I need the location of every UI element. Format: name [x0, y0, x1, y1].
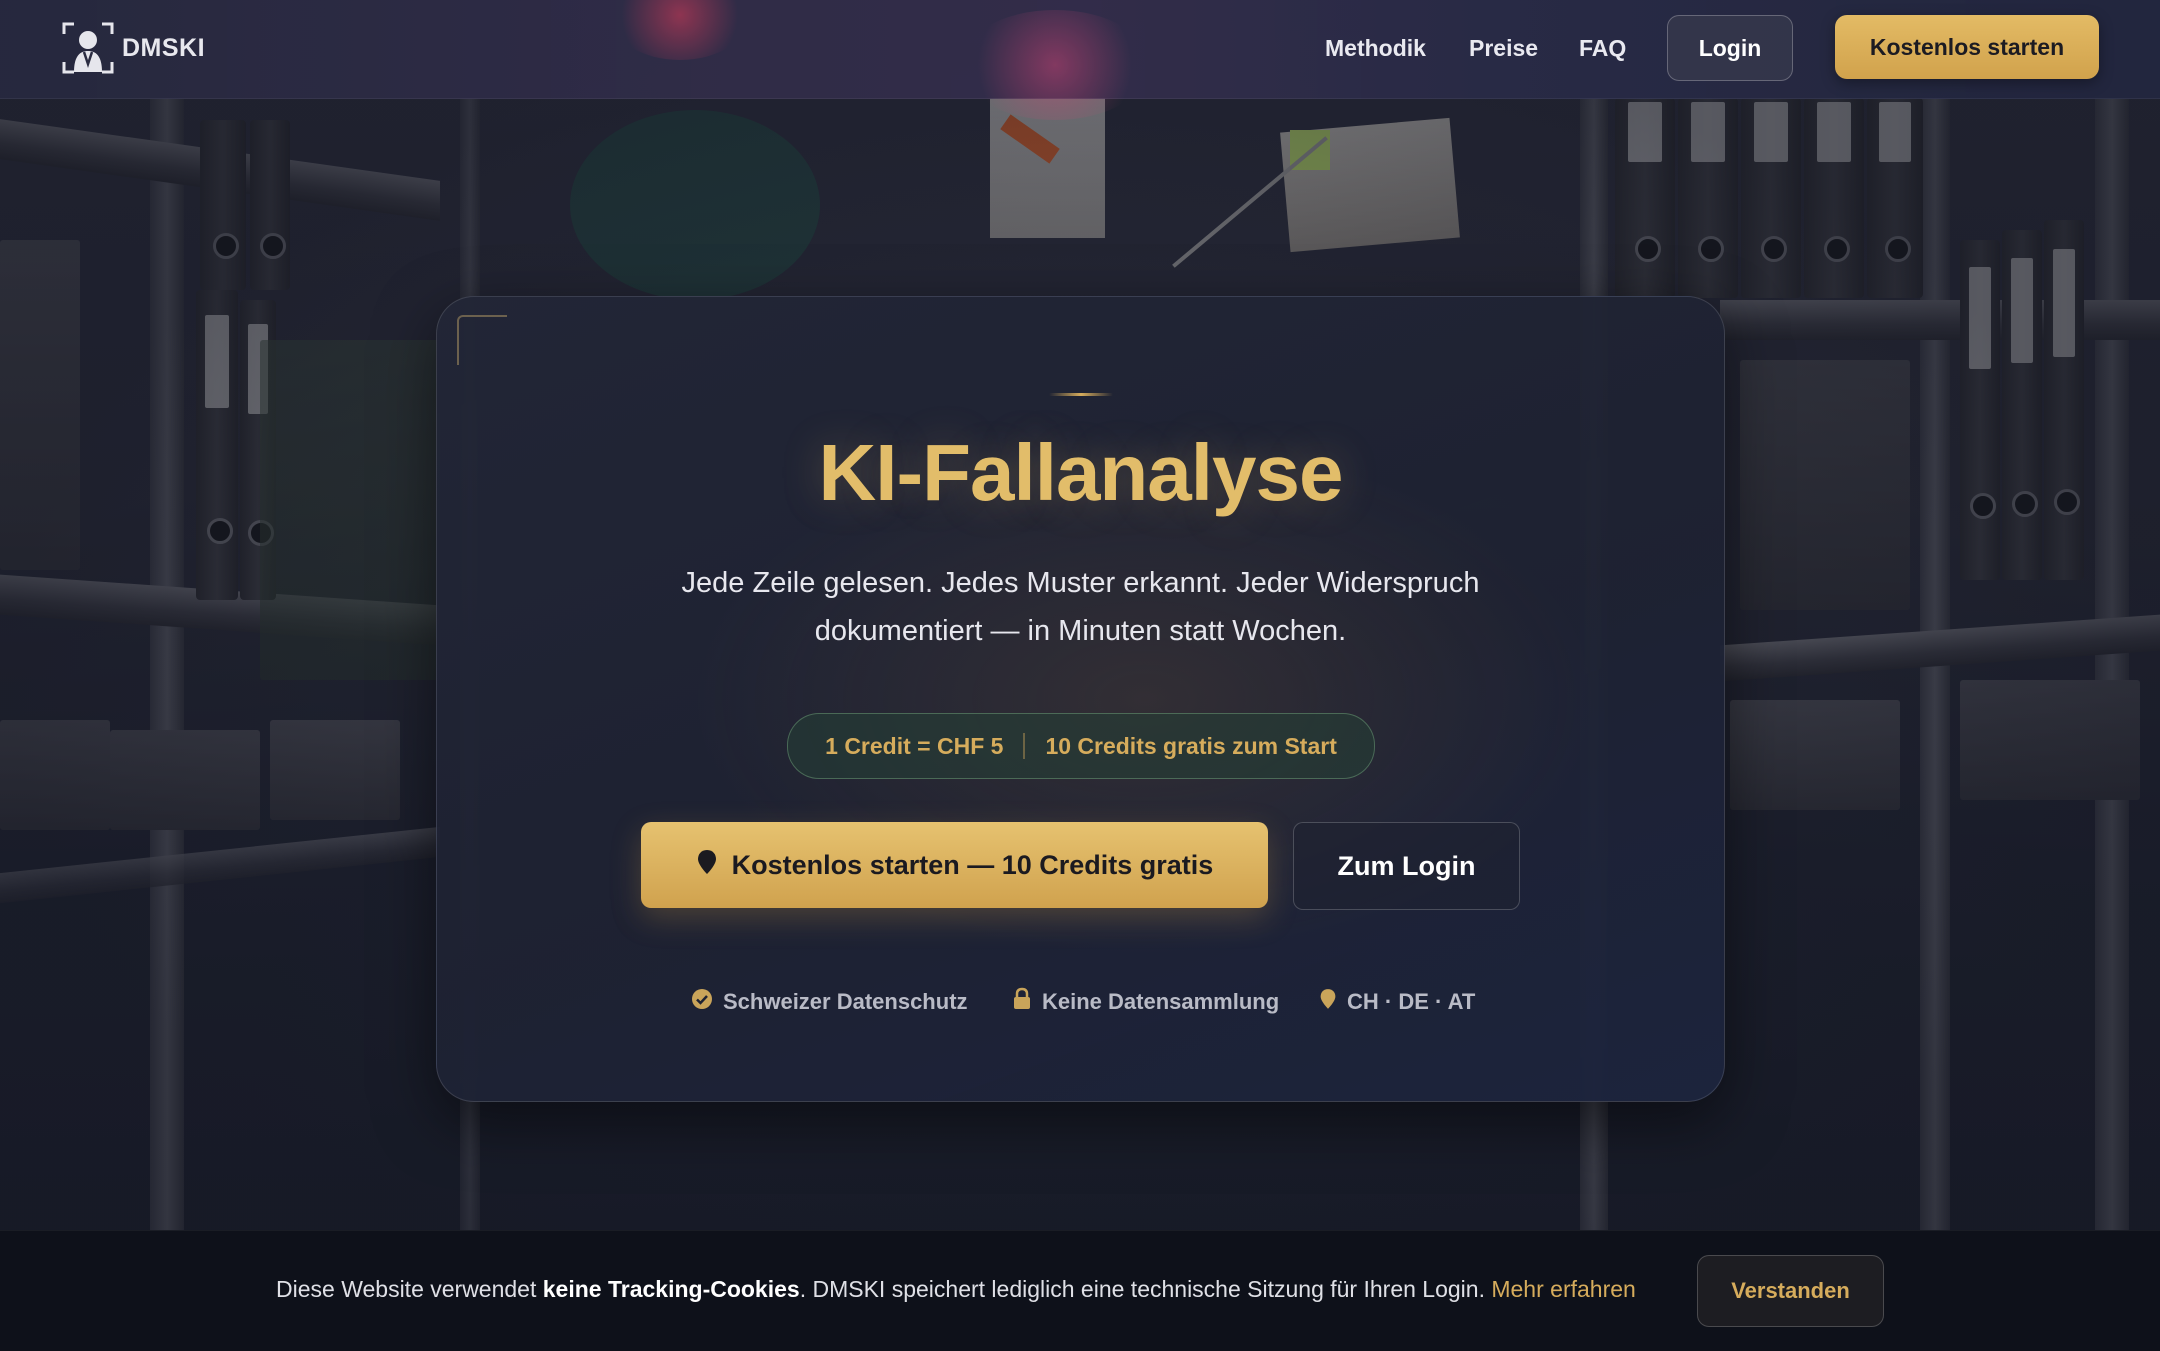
cookie-accept-button[interactable]: Verstanden	[1697, 1255, 1884, 1327]
detective-logo-icon	[60, 20, 116, 76]
page-title: KI-Fallanalyse	[818, 428, 1343, 517]
top-navigation-bar: DMSKI Methodik Preise FAQ Login Kostenlo…	[0, 0, 2160, 120]
card-corner-decoration	[457, 315, 507, 365]
check-circle-icon	[691, 988, 713, 1016]
hero-card: KI-Fallanalyse Jede Zeile gelesen. Jedes…	[436, 296, 1725, 1102]
trust-label-regions: CH · DE · AT	[1347, 989, 1476, 1014]
nav-link-faq[interactable]: FAQ	[1579, 35, 1626, 62]
title-divider	[1049, 393, 1113, 396]
nav-link-methodik[interactable]: Methodik	[1325, 35, 1426, 62]
brand-logo[interactable]: DMSKI	[60, 20, 205, 76]
location-pin-icon	[696, 849, 718, 882]
trust-label-privacy: Schweizer Datenschutz	[723, 989, 968, 1014]
location-pin-icon	[1319, 987, 1337, 1017]
to-login-button[interactable]: Zum Login	[1293, 822, 1520, 910]
pricing-pill: 1 Credit = CHF 5 10 Credits gratis zum S…	[787, 713, 1375, 779]
nav-link-preise[interactable]: Preise	[1469, 35, 1538, 62]
hero-subtitle-line1: Jede Zeile gelesen. Jedes Muster erkannt…	[681, 567, 1480, 599]
trust-item-no-data: Keine Datensammlung	[1012, 987, 1279, 1017]
hero-subtitle-line2: dokumentiert — in Minuten statt Wochen.	[814, 615, 1347, 647]
trust-label-no-data: Keine Datensammlung	[1042, 989, 1280, 1014]
cta-primary-label: Kostenlos starten — 10 Credits gratis	[731, 849, 1214, 880]
cookie-text-start: Diese Website verwendet	[276, 1276, 543, 1302]
start-free-cta-button[interactable]: Kostenlos starten — 10 Credits gratis	[641, 822, 1268, 908]
cookie-message: Diese Website verwendet keine Tracking-C…	[276, 1276, 1636, 1303]
cookie-banner: Diese Website verwendet keine Tracking-C…	[0, 1230, 2160, 1351]
credit-price-text: 1 Credit = CHF 5	[825, 732, 1004, 759]
start-free-button[interactable]: Kostenlos starten	[1835, 15, 2099, 79]
trust-item-regions: CH · DE · AT	[1319, 987, 1475, 1017]
free-credits-text: 10 Credits gratis zum Start	[1045, 732, 1337, 759]
lock-icon	[1012, 987, 1032, 1017]
login-button[interactable]: Login	[1667, 15, 1793, 81]
learn-more-link[interactable]: Mehr erfahren	[1491, 1276, 1635, 1302]
cookie-text-end: . DMSKI speichert lediglich eine technis…	[799, 1276, 1492, 1302]
cookie-text-bold: keine Tracking-Cookies	[542, 1276, 800, 1302]
hero-subtitle: Jede Zeile gelesen. Jedes Muster erkannt…	[437, 559, 1724, 655]
brand-name: DMSKI	[122, 33, 206, 62]
trust-item-privacy: Schweizer Datenschutz	[691, 987, 968, 1017]
pill-separator	[1023, 733, 1026, 759]
